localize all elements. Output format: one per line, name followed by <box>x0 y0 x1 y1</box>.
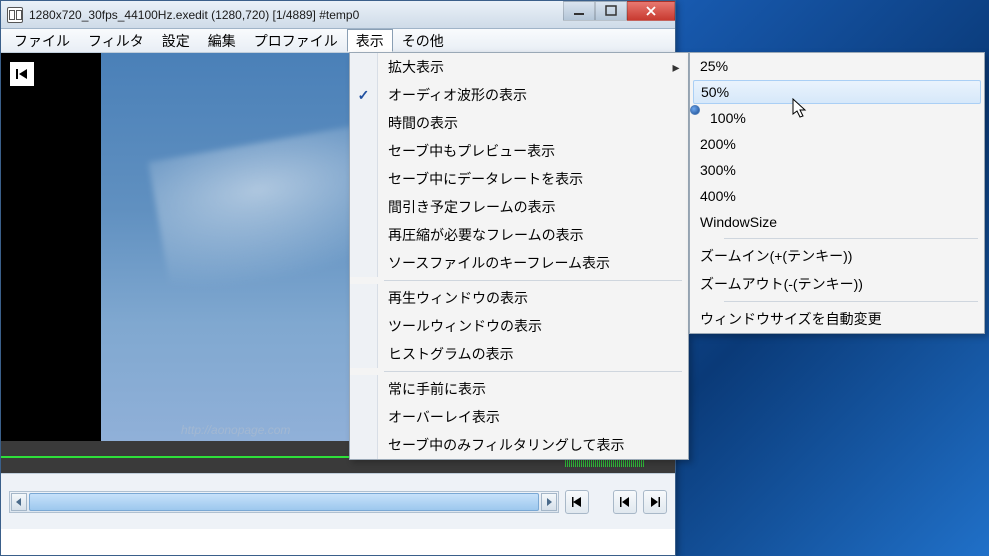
menu-gutter <box>350 137 378 165</box>
submenu-item[interactable]: 100% <box>690 105 984 131</box>
scroll-left-button[interactable] <box>11 493 27 511</box>
menu-gutter <box>350 165 378 193</box>
menu-label: オーバーレイ表示 <box>378 403 688 431</box>
menu-label: 50% <box>693 80 981 104</box>
menu-gutter <box>350 403 378 431</box>
menu-separator <box>384 371 682 372</box>
menu-gutter <box>350 340 378 368</box>
menu-item-4[interactable]: プロファイル <box>245 29 347 52</box>
menu-label: 400% <box>690 183 984 209</box>
submenu-item[interactable]: ズームアウト(-(テンキー)) <box>690 270 984 298</box>
menu-separator <box>724 301 978 302</box>
rewind-button[interactable] <box>10 62 34 86</box>
menu-label: 間引き予定フレームの表示 <box>378 193 688 221</box>
menu-label: セーブ中もプレビュー表示 <box>378 137 688 165</box>
menu-label: セーブ中のみフィルタリングして表示 <box>378 431 688 459</box>
zoom-submenu: 25%50%100%200%300%400%WindowSize ズームイン(+(… <box>689 52 985 334</box>
menu-item[interactable]: 常に手前に表示 <box>350 375 688 403</box>
menu-gutter <box>350 193 378 221</box>
submenu-item[interactable]: 200% <box>690 131 984 157</box>
menu-item[interactable]: ツールウィンドウの表示 <box>350 312 688 340</box>
submenu-item[interactable]: ウィンドウサイズを自動変更 <box>690 305 984 333</box>
menu-item[interactable]: 拡大表示▸ <box>350 53 688 81</box>
submenu-item[interactable]: 25% <box>690 53 984 79</box>
menu-item-6[interactable]: その他 <box>393 29 453 52</box>
menu-item[interactable]: セーブ中もプレビュー表示 <box>350 137 688 165</box>
menu-label: 常に手前に表示 <box>378 375 688 403</box>
menu-gutter <box>350 312 378 340</box>
scroll-thumb[interactable] <box>29 493 539 511</box>
submenu-item[interactable]: 300% <box>690 157 984 183</box>
menu-item[interactable]: オーバーレイ表示 <box>350 403 688 431</box>
prev-mark-button[interactable] <box>565 490 589 514</box>
window-title: 1280x720_30fps_44100Hz.exedit (1280,720)… <box>29 8 359 22</box>
menu-label: セーブ中にデータレートを表示 <box>378 165 688 193</box>
cursor-icon <box>792 98 810 120</box>
menubar: ファイルフィルタ設定編集プロファイル表示その他 <box>1 29 675 53</box>
menu-separator <box>384 280 682 281</box>
minimize-button[interactable] <box>563 1 595 21</box>
menu-item[interactable]: 間引き予定フレームの表示 <box>350 193 688 221</box>
menu-item[interactable]: ヒストグラムの表示 <box>350 340 688 368</box>
close-button[interactable] <box>627 1 675 21</box>
menu-item[interactable]: セーブ中のみフィルタリングして表示 <box>350 431 688 459</box>
watermark-text: http://aonopage.com <box>181 423 290 437</box>
display-menu-dropdown: 拡大表示▸オーディオ波形の表示時間の表示セーブ中もプレビュー表示セーブ中にデータ… <box>349 52 689 460</box>
menu-item-0[interactable]: ファイル <box>5 29 79 52</box>
caption-buttons <box>563 1 675 21</box>
menu-item[interactable]: 再圧縮が必要なフレームの表示 <box>350 221 688 249</box>
menu-label: オーディオ波形の表示 <box>378 81 688 109</box>
menu-label: 再圧縮が必要なフレームの表示 <box>378 221 688 249</box>
menu-gutter <box>350 53 378 81</box>
menu-item[interactable]: オーディオ波形の表示 <box>350 81 688 109</box>
scroll-right-button[interactable] <box>541 493 557 511</box>
submenu-arrow-icon: ▸ <box>664 53 688 81</box>
check-icon <box>350 81 378 109</box>
menu-label: ソースファイルのキーフレーム表示 <box>378 249 688 277</box>
menu-gutter <box>350 284 378 312</box>
menu-label: 時間の表示 <box>378 109 688 137</box>
submenu-item[interactable]: 400% <box>690 183 984 209</box>
menu-item[interactable]: 再生ウィンドウの表示 <box>350 284 688 312</box>
menu-label: 25% <box>690 53 984 79</box>
menu-label: ヒストグラムの表示 <box>378 340 688 368</box>
bottom-controls <box>1 473 675 529</box>
menu-gutter <box>350 221 378 249</box>
last-frame-button[interactable] <box>643 490 667 514</box>
first-frame-button[interactable] <box>613 490 637 514</box>
timeline-scrollbar[interactable] <box>9 491 559 513</box>
menu-label: ズームイン(+(テンキー)) <box>690 242 984 270</box>
menu-item-1[interactable]: フィルタ <box>79 29 153 52</box>
menu-item[interactable]: ソースファイルのキーフレーム表示 <box>350 249 688 277</box>
radio-icon <box>690 105 700 131</box>
submenu-item[interactable]: 50% <box>690 79 984 105</box>
menu-item[interactable]: セーブ中にデータレートを表示 <box>350 165 688 193</box>
menu-label: 100% <box>700 105 984 131</box>
menu-gutter <box>350 249 378 277</box>
menu-gutter <box>350 375 378 403</box>
menu-separator <box>724 238 978 239</box>
menu-label: 拡大表示 <box>378 53 664 81</box>
submenu-item[interactable]: ズームイン(+(テンキー)) <box>690 242 984 270</box>
menu-gutter <box>350 431 378 459</box>
menu-item[interactable]: 時間の表示 <box>350 109 688 137</box>
menu-label: ウィンドウサイズを自動変更 <box>690 305 984 333</box>
menu-item-5[interactable]: 表示 <box>347 29 393 52</box>
menu-item-3[interactable]: 編集 <box>199 29 245 52</box>
app-icon <box>7 7 23 23</box>
menu-label: ズームアウト(-(テンキー)) <box>690 270 984 298</box>
menu-label: ツールウィンドウの表示 <box>378 312 688 340</box>
menu-label: 200% <box>690 131 984 157</box>
menu-label: WindowSize <box>690 209 984 235</box>
menu-item-2[interactable]: 設定 <box>153 29 199 52</box>
menu-label: 300% <box>690 157 984 183</box>
maximize-button[interactable] <box>595 1 627 21</box>
menu-label: 再生ウィンドウの表示 <box>378 284 688 312</box>
titlebar[interactable]: 1280x720_30fps_44100Hz.exedit (1280,720)… <box>1 1 675 29</box>
submenu-item[interactable]: WindowSize <box>690 209 984 235</box>
menu-gutter <box>350 109 378 137</box>
